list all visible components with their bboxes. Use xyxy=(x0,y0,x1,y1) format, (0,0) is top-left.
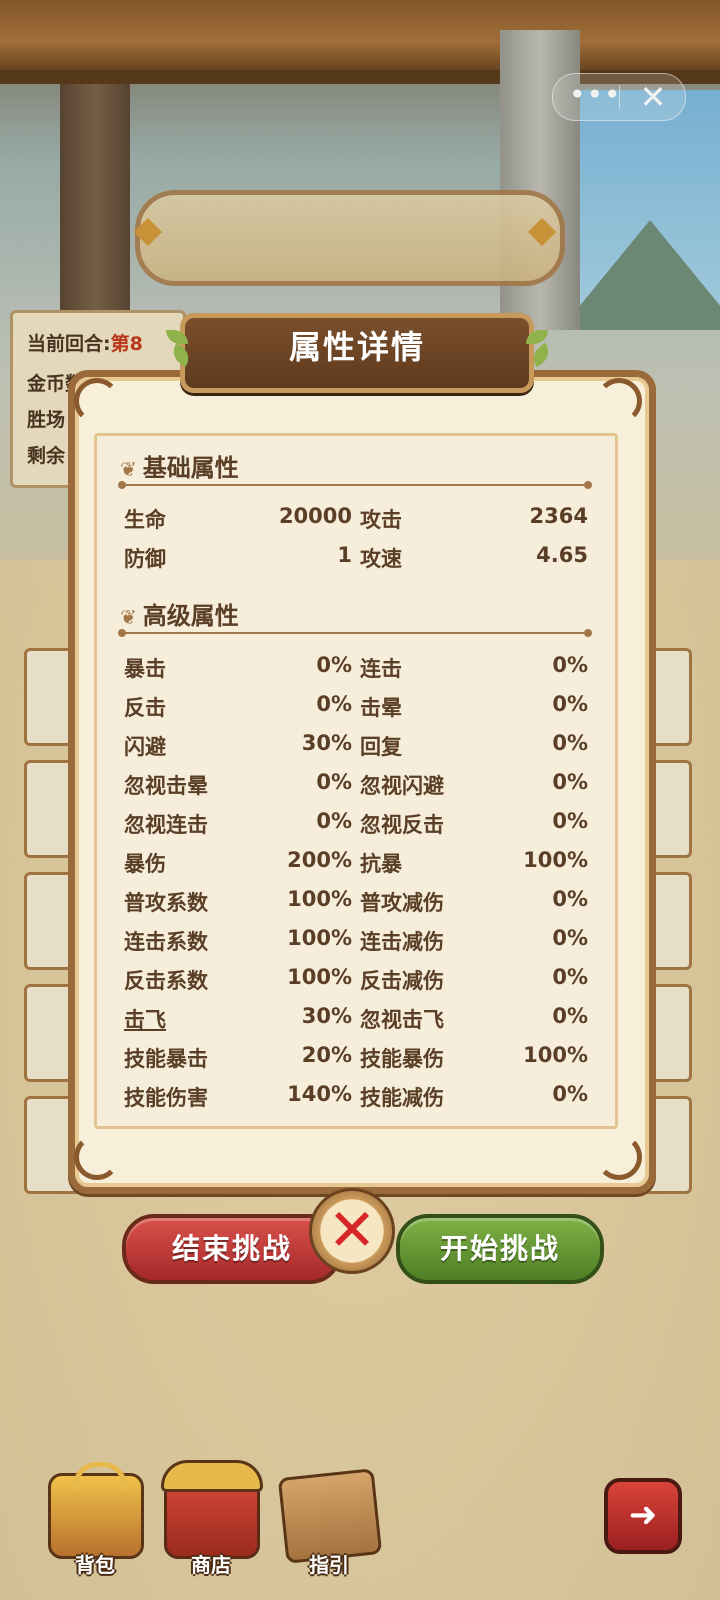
stat-value: 20% xyxy=(301,1043,352,1067)
close-x-icon: ✕ xyxy=(327,1196,377,1264)
sprout-icon: ❦ xyxy=(120,457,137,481)
stat-label: 反击减伤 xyxy=(360,969,444,993)
stat-value: 100% xyxy=(287,965,352,989)
stat-label: 抗暴 xyxy=(360,852,402,876)
stat-value: 0% xyxy=(552,770,588,794)
stat-value: 0% xyxy=(552,1082,588,1106)
stat-value: 0% xyxy=(316,770,352,794)
start-challenge-label: 开始挑战 xyxy=(439,1232,560,1265)
stat-value: 1 xyxy=(337,543,352,567)
stat-row: 忽视击晕 0% 忽视闪避 0% xyxy=(124,770,588,808)
stat-value: 0% xyxy=(552,731,588,755)
stat-value: 140% xyxy=(287,1082,352,1106)
stat-row: 反击系数 100% 反击减伤 0% xyxy=(124,965,588,1003)
stat-value: 0% xyxy=(552,809,588,833)
stat-value: 30% xyxy=(301,1004,352,1028)
advanced-section-heading: ❦ 高级属性 xyxy=(120,596,239,631)
stat-value: 0% xyxy=(316,692,352,716)
stat-row: 防御 1 攻速 4.65 xyxy=(124,543,588,581)
stat-row: 暴击 0% 连击 0% xyxy=(124,653,588,691)
stat-label: 闪避 xyxy=(124,735,166,759)
stat-row: 反击 0% 击晕 0% xyxy=(124,692,588,730)
shop-icon xyxy=(161,1460,263,1559)
stat-value: 200% xyxy=(287,848,352,872)
stat-value: 0% xyxy=(552,926,588,950)
stat-label: 攻击 xyxy=(360,508,402,532)
stat-value: 100% xyxy=(287,887,352,911)
stat-label: 反击系数 xyxy=(124,969,208,993)
stat-label: 暴击 xyxy=(124,657,166,681)
nav-shop-button[interactable]: 商店 xyxy=(156,1460,266,1585)
stat-value: 0% xyxy=(316,809,352,833)
stat-row: 生命 20000 攻击 2364 xyxy=(124,504,588,542)
stat-label: 攻速 xyxy=(360,547,402,571)
corner-scroll-icon xyxy=(74,378,120,424)
exit-button[interactable]: ➜ xyxy=(604,1478,682,1554)
stat-value: 100% xyxy=(287,926,352,950)
sprout-icon: ❦ xyxy=(120,605,137,629)
stat-row: 技能暴击 20% 技能暴伤 100% xyxy=(124,1043,588,1081)
backpack-icon xyxy=(48,1462,144,1559)
end-challenge-label: 结束挑战 xyxy=(171,1232,292,1265)
stat-value: 100% xyxy=(523,1043,588,1067)
stat-value: 0% xyxy=(552,653,588,677)
stat-label: 忽视反击 xyxy=(360,813,444,837)
stat-value: 100% xyxy=(523,848,588,872)
corner-scroll-icon xyxy=(74,1134,120,1180)
basic-heading-text: 基础属性 xyxy=(142,454,239,482)
stat-label: 连击减伤 xyxy=(360,930,444,954)
stat-value: 4.65 xyxy=(536,543,588,567)
stat-row: 击飞 30% 忽视击飞 0% xyxy=(124,1004,588,1042)
nav-shop-label: 商店 xyxy=(191,1553,231,1577)
dialog-close-button[interactable]: ✕ xyxy=(309,1188,395,1274)
stat-row: 技能伤害 140% 技能减伤 0% xyxy=(124,1082,588,1120)
stat-label: 忽视击晕 xyxy=(124,774,208,798)
corner-scroll-icon xyxy=(596,378,642,424)
stat-label: 普攻减伤 xyxy=(360,891,444,915)
stat-label: 忽视闪避 xyxy=(360,774,444,798)
stat-row: 忽视连击 0% 忽视反击 0% xyxy=(124,809,588,847)
stat-label: 暴伤 xyxy=(124,852,166,876)
stat-label: 技能暴伤 xyxy=(360,1047,444,1071)
stat-row: 暴伤 200% 抗暴 100% xyxy=(124,848,588,886)
stat-label: 生命 xyxy=(124,508,166,532)
stat-label: 忽视击飞 xyxy=(360,1008,444,1032)
stat-label: 防御 xyxy=(124,547,166,571)
stat-value: 0% xyxy=(552,887,588,911)
stat-label: 普攻系数 xyxy=(124,891,208,915)
start-challenge-button[interactable]: 开始挑战 xyxy=(396,1214,604,1284)
stat-label: 技能暴击 xyxy=(124,1047,208,1071)
stat-label: 连击系数 xyxy=(124,930,208,954)
exit-icon: ➜ xyxy=(628,1495,658,1535)
section-divider xyxy=(118,629,592,637)
section-divider xyxy=(118,481,592,489)
stat-label: 技能伤害 xyxy=(124,1086,208,1110)
stat-value: 0% xyxy=(552,1004,588,1028)
stat-value: 0% xyxy=(552,965,588,989)
nav-guide-button[interactable]: 指引 xyxy=(274,1465,384,1585)
nav-guide-label: 指引 xyxy=(309,1553,349,1577)
stat-label: 忽视连击 xyxy=(124,813,208,837)
stat-label: 击晕 xyxy=(360,696,402,720)
stat-value: 20000 xyxy=(278,504,352,528)
stat-row: 闪避 30% 回复 0% xyxy=(124,731,588,769)
stat-row: 普攻系数 100% 普攻减伤 0% xyxy=(124,887,588,925)
stat-value: 0% xyxy=(552,692,588,716)
stat-row: 连击系数 100% 连击减伤 0% xyxy=(124,926,588,964)
stat-value: 0% xyxy=(316,653,352,677)
advanced-heading-text: 高级属性 xyxy=(142,602,239,630)
dialog-title: 属性详情 xyxy=(288,328,425,366)
stat-label: 反击 xyxy=(124,696,166,720)
corner-scroll-icon xyxy=(596,1134,642,1180)
stat-label: 技能减伤 xyxy=(360,1086,444,1110)
stat-label: 连击 xyxy=(360,657,402,681)
nav-bag-button[interactable]: 背包 xyxy=(40,1462,150,1585)
basic-section-heading: ❦ 基础属性 xyxy=(120,448,239,483)
knockup-stat-link[interactable]: 击飞 xyxy=(124,1004,166,1034)
nav-bag-label: 背包 xyxy=(75,1553,115,1577)
stat-value: 30% xyxy=(301,731,352,755)
stat-value: 2364 xyxy=(529,504,588,528)
stat-label: 回复 xyxy=(360,735,402,759)
